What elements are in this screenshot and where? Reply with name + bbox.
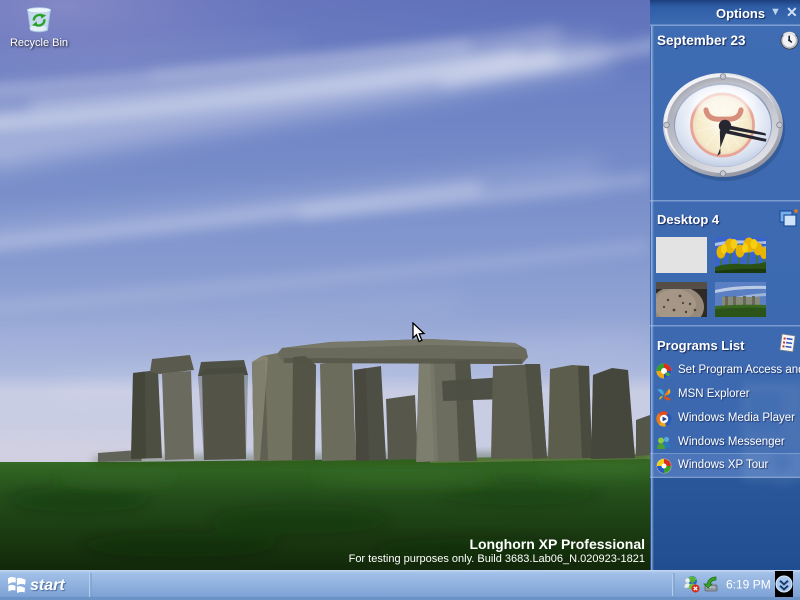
svg-text:start: start (30, 577, 65, 594)
svg-text:6:19 PM: 6:19 PM (726, 578, 771, 592)
